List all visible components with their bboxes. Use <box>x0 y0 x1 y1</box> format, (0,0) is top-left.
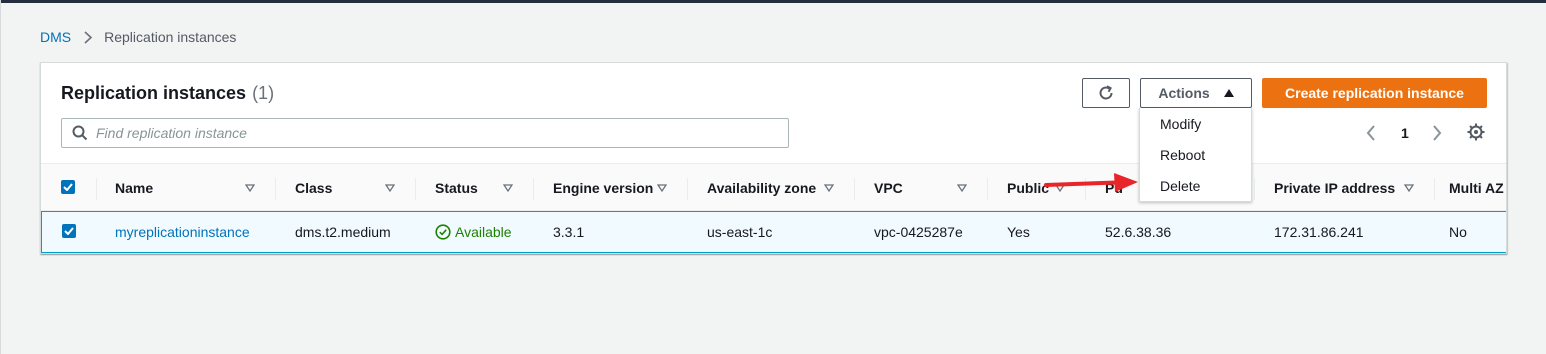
availability-zone: us-east-1c <box>707 224 773 240</box>
column-divider <box>1434 178 1435 200</box>
column-divider <box>687 178 688 200</box>
search-input[interactable] <box>96 125 776 141</box>
table-header: Name Class Status Engine version Availab… <box>41 163 1506 212</box>
sort-down-icon[interactable] <box>957 183 967 193</box>
sort-down-icon[interactable] <box>657 183 667 193</box>
multi-az: No <box>1449 224 1467 240</box>
column-divider <box>987 178 988 200</box>
check-circle-icon <box>435 224 451 240</box>
vpc-id: vpc-0425287e <box>874 224 963 240</box>
column-divider <box>96 178 97 200</box>
breadcrumb-current: Replication instances <box>104 29 237 45</box>
column-header-multi-az[interactable]: Multi AZ <box>1449 164 1504 212</box>
status-badge: Available <box>435 212 512 252</box>
gear-icon[interactable] <box>1466 122 1486 142</box>
sort-down-icon[interactable] <box>245 183 255 193</box>
actions-label: Actions <box>1158 85 1210 101</box>
column-divider <box>1254 178 1255 200</box>
search-box <box>61 118 789 148</box>
page-title: Replication instances (1) <box>61 83 274 104</box>
column-header-status[interactable]: Status <box>435 164 478 212</box>
engine-version: 3.3.1 <box>553 224 585 240</box>
chevron-right-icon <box>84 30 93 44</box>
current-page[interactable]: 1 <box>1401 125 1409 141</box>
chevron-right-icon[interactable] <box>1427 121 1447 145</box>
column-divider <box>415 178 416 200</box>
pagination: 1 <box>1361 121 1447 145</box>
sort-down-icon[interactable] <box>503 183 513 193</box>
select-all-checkbox[interactable] <box>61 180 75 194</box>
column-divider <box>275 178 276 200</box>
caret-up-icon <box>1223 89 1234 97</box>
top-navigation-bar <box>0 0 1546 3</box>
actions-button[interactable]: Actions <box>1140 78 1252 108</box>
column-divider <box>854 178 855 200</box>
breadcrumb: DMS Replication instances <box>40 28 236 46</box>
column-header-name[interactable]: Name <box>115 164 153 212</box>
search-icon <box>72 125 88 141</box>
column-header-availability-zone[interactable]: Availability zone <box>707 164 816 212</box>
table-row[interactable]: myreplicationinstance dms.t2.medium Avai… <box>41 211 1506 253</box>
sort-down-icon[interactable] <box>385 183 395 193</box>
breadcrumb-dms-link[interactable]: DMS <box>40 29 71 45</box>
replication-instances-panel: Replication instances(1) Actions Create … <box>40 62 1507 254</box>
sort-down-icon[interactable] <box>1404 183 1414 193</box>
row-select-checkbox[interactable] <box>62 224 76 238</box>
side-navigation-edge <box>0 0 1 354</box>
column-header-vpc[interactable]: VPC <box>874 164 903 212</box>
refresh-button[interactable] <box>1082 78 1130 108</box>
column-header-class[interactable]: Class <box>295 164 332 212</box>
chevron-left-icon[interactable] <box>1361 121 1381 145</box>
instance-name-link[interactable]: myreplicationinstance <box>115 212 250 252</box>
menu-item-delete[interactable]: Delete <box>1140 170 1251 201</box>
sort-down-icon[interactable] <box>824 183 834 193</box>
status-text: Available <box>455 224 512 240</box>
create-replication-instance-button[interactable]: Create replication instance <box>1262 78 1487 108</box>
menu-item-modify[interactable]: Modify <box>1140 108 1251 139</box>
annotation-arrow <box>1044 173 1138 192</box>
column-header-public[interactable]: Public <box>1007 164 1049 212</box>
private-ip: 172.31.86.241 <box>1274 224 1364 240</box>
panel-title-text: Replication instances <box>61 83 247 103</box>
column-header-engine-version[interactable]: Engine version <box>553 164 653 212</box>
instance-class: dms.t2.medium <box>295 224 391 240</box>
column-header-private-ip-address[interactable]: Private IP address <box>1274 164 1395 212</box>
public-flag: Yes <box>1007 224 1030 240</box>
refresh-icon <box>1099 85 1113 100</box>
public-ip: 52.6.38.36 <box>1105 224 1172 240</box>
actions-dropdown-menu: Modify Reboot Delete <box>1139 108 1252 202</box>
menu-item-reboot[interactable]: Reboot <box>1140 139 1251 170</box>
instance-count: (1) <box>252 83 275 103</box>
column-divider <box>533 178 534 200</box>
